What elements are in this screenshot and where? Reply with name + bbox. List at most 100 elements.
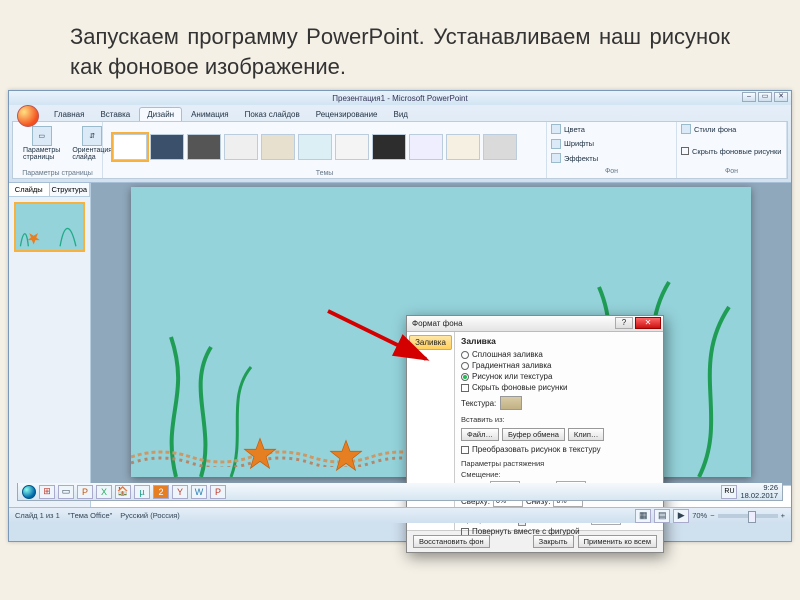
starfish-decoration (243, 437, 277, 471)
close-dialog-button[interactable]: Закрыть (533, 535, 574, 548)
taskbar-icon[interactable]: P (77, 485, 93, 499)
dialog-close-button[interactable]: ✕ (635, 317, 661, 329)
taskbar-icon[interactable]: P (210, 485, 226, 499)
taskbar-icon[interactable]: X (96, 485, 112, 499)
tab-view[interactable]: Вид (387, 108, 415, 121)
group-bg-label: Фон (551, 168, 672, 176)
theme-swatch[interactable] (446, 134, 480, 160)
minimize-button[interactable]: – (742, 92, 756, 102)
chk-hide-label: Скрыть фоновые рисунки (472, 383, 567, 392)
category-fill[interactable]: Заливка (409, 335, 452, 350)
tab-insert[interactable]: Вставка (93, 108, 137, 121)
theme-swatch[interactable] (483, 134, 517, 160)
checkbox-icon (461, 384, 469, 392)
insert-from-label: Вставить из: (461, 415, 657, 424)
close-button[interactable]: ✕ (774, 92, 788, 102)
tab-home[interactable]: Главная (47, 108, 91, 121)
outline-tab[interactable]: Структура (50, 183, 91, 196)
zoom-slider[interactable] (718, 514, 778, 518)
radio-icon (461, 373, 469, 381)
taskbar-icon[interactable]: 🏠 (115, 485, 131, 499)
theme-swatch[interactable] (335, 134, 369, 160)
status-theme: "Тема Office" (68, 511, 113, 520)
radio-icon (461, 351, 469, 359)
view-show-icon[interactable]: ▶ (673, 509, 689, 523)
tray-lang[interactable]: RU (721, 485, 737, 499)
status-language[interactable]: Русский (Россия) (120, 511, 180, 520)
palette-icon (551, 124, 561, 134)
page-setup-icon: ▭ (32, 126, 52, 146)
apply-all-button[interactable]: Применить ко всем (578, 535, 657, 548)
theme-swatch[interactable] (113, 134, 147, 160)
view-sorter-icon[interactable]: ▤ (654, 509, 670, 523)
theme-swatch[interactable] (409, 134, 443, 160)
tab-slideshow[interactable]: Показ слайдов (238, 108, 307, 121)
fonts-label: Шрифты (564, 139, 594, 148)
taskbar-icon[interactable]: W (191, 485, 207, 499)
dialog-titlebar[interactable]: Формат фона ? ✕ (407, 316, 663, 332)
effects-label: Эффекты (564, 154, 598, 163)
tab-review[interactable]: Рецензирование (309, 108, 385, 121)
texture-picker[interactable] (500, 396, 522, 410)
taskbar-icon[interactable]: Y (172, 485, 188, 499)
slides-tab[interactable]: Слайды (9, 183, 50, 196)
taskbar-icon[interactable]: µ (134, 485, 150, 499)
status-bar: Слайд 1 из 1 "Тема Office" Русский (Росс… (9, 507, 791, 523)
zoom-value[interactable]: 70% (692, 511, 707, 520)
themes-gallery[interactable] (109, 124, 540, 170)
powerpoint-window: Презентация1 - Microsoft PowerPoint – ▭ … (8, 90, 792, 542)
theme-swatch[interactable] (224, 134, 258, 160)
radio-solid-fill[interactable]: Сплошная заливка (461, 350, 657, 359)
theme-swatch[interactable] (187, 134, 221, 160)
clipboard-button[interactable]: Буфер обмена (502, 428, 565, 441)
clock-date: 18.02.2017 (740, 492, 778, 500)
reset-bg-button[interactable]: Восстановить фон (413, 535, 490, 548)
windows-taskbar: ⊞ ▭ P X 🏠 µ 2 Y W P RU 9:26 18.02.2017 (17, 483, 783, 501)
theme-swatch[interactable] (298, 134, 332, 160)
hide-bg-checkbox[interactable]: Скрыть фоновые рисунки (681, 147, 782, 156)
theme-swatch[interactable] (150, 134, 184, 160)
maximize-button[interactable]: ▭ (758, 92, 772, 102)
clipart-button[interactable]: Клип… (568, 428, 605, 441)
effects-dropdown[interactable]: Эффекты (551, 153, 672, 163)
group-page-label: Параметры страницы (19, 170, 96, 178)
slide-thumbnail-1[interactable] (14, 202, 85, 252)
orientation-icon: ⇵ (82, 126, 102, 146)
group-bg-label2: Фон (681, 168, 782, 176)
office-button[interactable] (17, 105, 39, 127)
slide-canvas[interactable]: да (131, 187, 751, 477)
view-normal-icon[interactable]: ▦ (635, 509, 651, 523)
radio-gradient-fill[interactable]: Градиентная заливка (461, 361, 657, 370)
offsets-label: Смещение: (461, 470, 657, 479)
theme-swatch[interactable] (261, 134, 295, 160)
theme-swatch[interactable] (372, 134, 406, 160)
colors-dropdown[interactable]: Цвета (551, 124, 672, 134)
tab-animation[interactable]: Анимация (184, 108, 236, 121)
checkbox-tile[interactable]: Преобразовать рисунок в текстуру (461, 445, 657, 454)
checkbox-icon (681, 147, 689, 155)
tray-clock[interactable]: 9:26 18.02.2017 (740, 484, 778, 499)
taskbar-icon[interactable]: 2 (153, 485, 169, 499)
radio-picture-fill[interactable]: Рисунок или текстура (461, 372, 657, 381)
radio-solid-label: Сплошная заливка (472, 350, 543, 359)
start-button[interactable] (22, 485, 36, 499)
checkbox-hide-bg[interactable]: Скрыть фоновые рисунки (461, 383, 657, 392)
stretch-label: Параметры растяжения (461, 459, 657, 468)
title-bar: Презентация1 - Microsoft PowerPoint – ▭ … (9, 91, 791, 105)
file-button[interactable]: Файл… (461, 428, 499, 441)
bg-styles-dropdown[interactable]: Стили фона (681, 124, 782, 134)
status-slide: Слайд 1 из 1 (15, 511, 60, 520)
page-setup-button[interactable]: ▭ Параметры страницы (19, 124, 64, 163)
tab-design[interactable]: Дизайн (139, 107, 182, 121)
bg-styles-label: Стили фона (694, 125, 736, 134)
dialog-help-button[interactable]: ? (615, 317, 633, 329)
dialog-title: Формат фона (412, 319, 463, 328)
checkbox-icon (461, 446, 469, 454)
radio-gradient-label: Градиентная заливка (472, 361, 552, 370)
page-setup-label: Параметры страницы (23, 147, 60, 161)
instruction-caption: Запускаем программу PowerPoint. Устанавл… (70, 22, 730, 81)
taskbar-icon[interactable]: ▭ (58, 485, 74, 499)
taskbar-icon[interactable]: ⊞ (39, 485, 55, 499)
texture-label: Текстура: (461, 399, 496, 408)
fonts-dropdown[interactable]: Шрифты (551, 139, 672, 149)
